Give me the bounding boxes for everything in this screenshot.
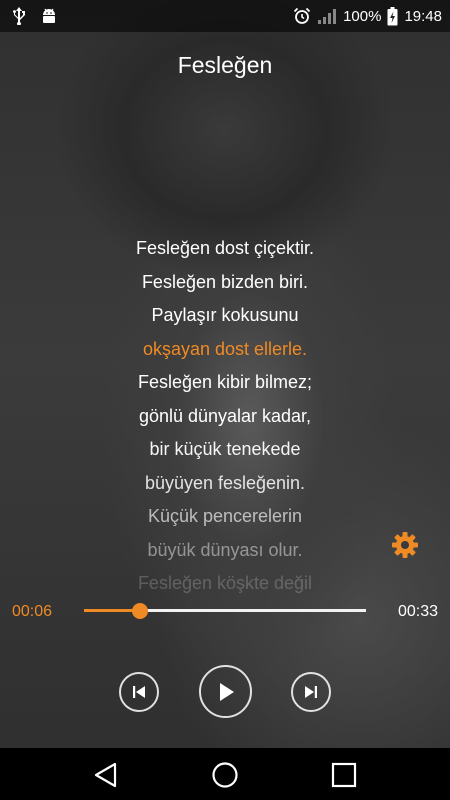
play-button[interactable]	[199, 665, 252, 718]
lyric-line: Fesleğen bizden biri.	[141, 271, 309, 292]
lyric-line: bir küçük tenekede	[149, 439, 301, 459]
alarm-icon	[293, 7, 311, 25]
usb-icon	[12, 7, 26, 25]
battery-charging-icon	[387, 6, 398, 26]
back-button[interactable]	[92, 761, 120, 789]
total-time: 00:33	[397, 603, 438, 620]
back-triangle-icon	[94, 762, 117, 788]
next-button[interactable]	[291, 672, 331, 712]
lyric-line: Fesleğen kibir bilmez;	[137, 372, 313, 392]
seek-bar[interactable]	[84, 602, 366, 619]
lyric-line: büyüyen fesleğenin.	[144, 472, 306, 493]
lyric-line: gönlü dünyalar kadar,	[138, 405, 312, 426]
signal-icon	[317, 7, 337, 25]
previous-button[interactable]	[119, 672, 159, 712]
lyrics-list[interactable]: Fesleğen dost çiçektir. Fesleğen bizden b…	[0, 232, 450, 601]
navigation-bar	[0, 748, 450, 800]
song-title: Fesleğen	[177, 52, 273, 78]
battery-percent: 100%	[343, 7, 382, 25]
lyric-line: okşayan dost ellerle.	[142, 338, 308, 359]
play-icon	[219, 682, 234, 701]
lyric-line: büyük dünyası olur.	[147, 539, 303, 560]
recents-square-icon	[331, 762, 357, 788]
skip-next-icon	[305, 686, 317, 698]
android-debug-icon	[40, 7, 58, 25]
lyric-line: Küçük pencerelerin	[147, 506, 303, 526]
home-button[interactable]	[211, 761, 239, 789]
home-circle-icon	[212, 762, 238, 788]
lyric-line: Paylaşır kokusunu	[151, 305, 299, 325]
seek-thumb[interactable]	[132, 602, 149, 619]
gear-icon[interactable]	[391, 531, 419, 559]
current-time: 00:06	[12, 603, 53, 620]
recents-button[interactable]	[330, 761, 358, 789]
skip-previous-icon	[133, 686, 145, 698]
lyric-line: Fesleğen dost çiçektir.	[135, 238, 315, 258]
clock: 19:48	[404, 7, 442, 25]
lyric-line: Fesleğen köşkte değil	[137, 573, 313, 593]
status-bar: 100% 19:48	[0, 0, 450, 32]
